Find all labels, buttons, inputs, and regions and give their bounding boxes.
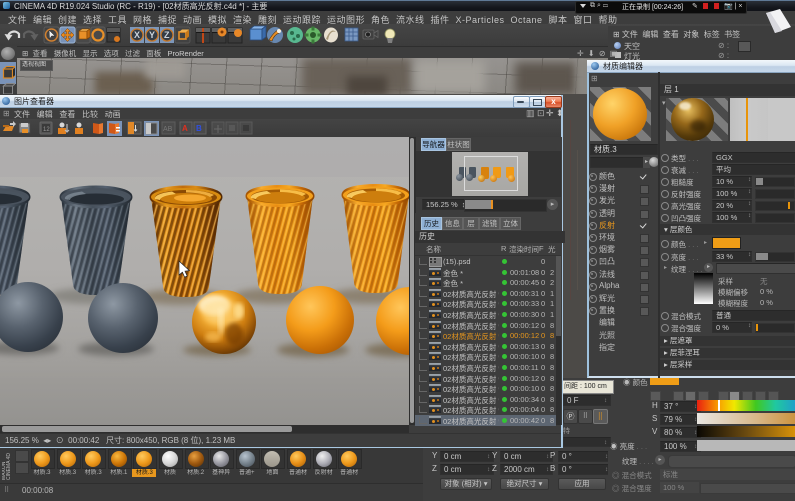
svg-text:AB: AB <box>163 126 173 133</box>
svg-text:A: A <box>182 124 188 133</box>
svg-text:Z: Z <box>164 30 170 40</box>
svg-text:12: 12 <box>43 127 50 133</box>
svg-text:Y: Y <box>149 30 155 40</box>
svg-text:B: B <box>196 124 202 133</box>
svg-text:X: X <box>134 30 140 40</box>
